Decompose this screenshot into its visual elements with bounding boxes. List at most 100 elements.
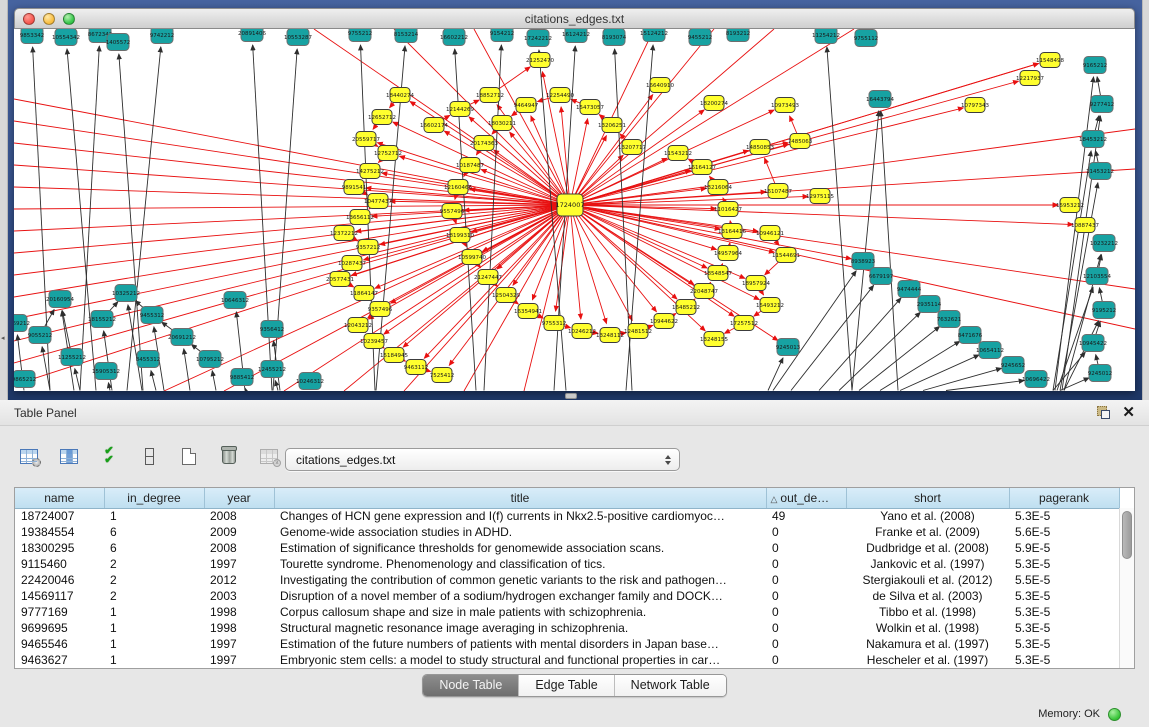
graph-node-label: 18199310 xyxy=(446,233,474,239)
table-cell: 2 xyxy=(104,556,204,572)
scrollbar-thumb[interactable] xyxy=(1122,511,1132,559)
table-cell: 0 xyxy=(766,556,846,572)
table-cell: 5.9E-5 xyxy=(1009,540,1119,556)
table-cell: Nakamura et al. (1997) xyxy=(846,636,1009,652)
graph-node-label: 1405572 xyxy=(106,40,131,46)
graph-node-label: 11544691 xyxy=(772,253,800,259)
network-table-select[interactable]: citations_edges.txt xyxy=(285,448,680,471)
new-column-button[interactable] xyxy=(174,441,204,471)
table-cell: 1 xyxy=(104,604,204,620)
table-row[interactable]: 1938455462009Genome-wide association stu… xyxy=(15,524,1119,540)
graph-node-label: 9755212 xyxy=(348,31,373,37)
graph-node-label: 9865212 xyxy=(14,377,36,383)
memory-status-icon[interactable] xyxy=(1108,708,1121,721)
network-canvas[interactable]: 1724007212524701664091018200274109734937… xyxy=(14,29,1135,391)
show-columns-button[interactable] xyxy=(54,441,84,471)
graph-node-label: 12217937 xyxy=(1016,76,1044,82)
graph-node-label: 10553287 xyxy=(284,35,312,41)
column-header-out_de[interactable]: △out_de… xyxy=(766,488,846,508)
table-cell: 9463627 xyxy=(15,652,104,668)
network-window-titlebar[interactable]: citations_edges.txt xyxy=(14,8,1135,29)
table-cell: Tibbo et al. (1998) xyxy=(846,604,1009,620)
column-header-year[interactable]: year xyxy=(204,488,274,508)
vertical-scrollbar[interactable] xyxy=(1119,508,1134,668)
graph-node-label: 10973493 xyxy=(771,103,799,109)
graph-node-label: 10945422 xyxy=(1079,341,1107,347)
table-cell: 1997 xyxy=(204,636,274,652)
splitter-handle[interactable] xyxy=(565,393,577,399)
column-header-in_degree[interactable]: in_degree xyxy=(104,488,204,508)
table-row[interactable]: 2242004622012Investigating the contribut… xyxy=(15,572,1119,588)
graph-node-label: 10654112 xyxy=(976,348,1004,354)
status-bar: Memory: OK xyxy=(0,701,1149,727)
graph-node-label: 9455212 xyxy=(688,35,713,41)
tab-node-table[interactable]: Node Table xyxy=(423,675,519,696)
table-cell: 6 xyxy=(104,524,204,540)
node-table: namein_degreeyeartitle△out_de…shortpager… xyxy=(14,487,1135,669)
graph-node-label: 11864147 xyxy=(350,291,378,297)
collapse-arrow-icon[interactable]: ◂ xyxy=(1,334,5,342)
graph-node-label: 16107487 xyxy=(764,189,792,195)
table-cell: 1 xyxy=(104,620,204,636)
graph-node-label: 18548547 xyxy=(704,271,732,277)
graph-node-label: 12455212 xyxy=(258,367,286,373)
table-cell: 1 xyxy=(104,508,204,524)
graph-node-label: 14850853 xyxy=(746,145,774,151)
tab-network-table[interactable]: Network Table xyxy=(615,675,726,696)
table-row[interactable]: 946362711997Embryonic stem cells: a mode… xyxy=(15,652,1119,668)
graph-node-label: 12160466 xyxy=(444,185,472,191)
table-row[interactable]: 911546021997Tourette syndrome. Phenomeno… xyxy=(15,556,1119,572)
column-header-name[interactable]: name xyxy=(15,488,104,508)
select-columns-button[interactable]: ✔✔ xyxy=(94,441,124,471)
table-cell: 5.5E-5 xyxy=(1009,572,1119,588)
graph-node-label: 7632621 xyxy=(937,317,962,323)
table-cell: Corpus callosum shape and size in male p… xyxy=(274,604,766,620)
table-cell: 0 xyxy=(766,636,846,652)
show-columns-icon xyxy=(60,449,78,464)
tab-edge-table[interactable]: Edge Table xyxy=(519,675,614,696)
table-cell: Investigating the contribution of common… xyxy=(274,572,766,588)
column-header-pagerank[interactable]: pagerank xyxy=(1009,488,1119,508)
float-panel-icon[interactable] xyxy=(1097,406,1110,419)
delete-button[interactable] xyxy=(214,441,244,471)
select-columns-icon: ✔✔ xyxy=(104,447,113,465)
table-row[interactable]: 969969511998Structural magnetic resonanc… xyxy=(15,620,1119,636)
graph-node-label: 10554342 xyxy=(52,35,80,41)
graph-node-label: 8455312 xyxy=(136,357,161,363)
close-panel-icon[interactable]: ✕ xyxy=(1122,406,1135,419)
graph-node-label: 13248155 xyxy=(700,337,728,343)
table-row[interactable]: 1830029562008Estimation of significance … xyxy=(15,540,1119,556)
memory-status-label: Memory: OK xyxy=(1038,708,1100,720)
row-height-button[interactable] xyxy=(134,441,164,471)
table-settings-button[interactable] xyxy=(14,441,44,471)
graph-node-label: 16354941 xyxy=(514,309,542,315)
table-header-row: namein_degreeyeartitle△out_de…shortpager… xyxy=(15,488,1119,508)
graph-node-label: 20891406 xyxy=(238,31,266,37)
table-cell: 2 xyxy=(104,572,204,588)
network-window: citations_edges.txt 17240072125247016640… xyxy=(14,8,1135,391)
table-cell: 0 xyxy=(766,524,846,540)
graph-node-label: 12504329 xyxy=(492,293,520,299)
right-panel-edge xyxy=(1142,0,1149,400)
graph-node-label: 10246212 xyxy=(568,329,596,335)
table-row[interactable]: 977716911998Corpus callosum shape and si… xyxy=(15,604,1119,620)
graph-node-label: 18200274 xyxy=(700,101,728,107)
table-cell: 2008 xyxy=(204,540,274,556)
sort-ascending-icon: △ xyxy=(771,494,778,504)
graph-node-label: 8471676 xyxy=(958,333,983,339)
left-panel-edge: ◂ xyxy=(0,0,8,400)
table-row[interactable]: 1456911722003Disruption of a novel membe… xyxy=(15,588,1119,604)
table-row[interactable]: 946554611997Estimation of the future num… xyxy=(15,636,1119,652)
table-row[interactable]: 1872400712008Changes of HCN gene express… xyxy=(15,508,1119,524)
graph-node-label: 20559717 xyxy=(352,137,380,143)
table-cell: Estimation of the future numbers of pati… xyxy=(274,636,766,652)
graph-node-label: 18453212 xyxy=(1079,137,1107,143)
graph-node-label: 13656112 xyxy=(346,215,374,221)
graph-node-label: 9885412 xyxy=(230,375,255,381)
graph-node-label: 12144269 xyxy=(446,107,474,113)
column-header-title[interactable]: title xyxy=(274,488,766,508)
column-header-short[interactable]: short xyxy=(846,488,1009,508)
table-tab-bar: Node TableEdge TableNetwork Table xyxy=(0,674,1149,697)
graph-node-label: 17242212 xyxy=(524,36,552,42)
graph-node-label: 10469212 xyxy=(14,321,30,327)
